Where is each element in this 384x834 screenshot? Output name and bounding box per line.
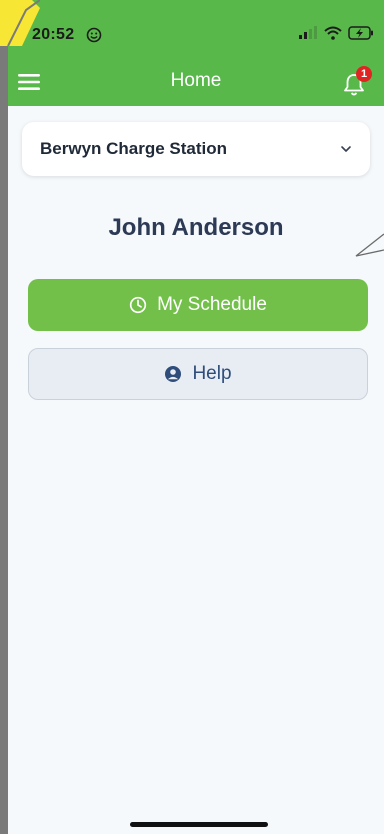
- annotation-pointer-icon: [355, 233, 384, 257]
- my-schedule-label: My Schedule: [157, 294, 267, 315]
- wifi-icon: [324, 26, 342, 40]
- help-label: Help: [192, 363, 232, 384]
- page-title: Home: [170, 70, 222, 91]
- left-border: [0, 0, 8, 834]
- battery-charging-icon: [348, 26, 373, 40]
- home-indicator: [130, 822, 268, 827]
- my-schedule-button[interactable]: My Schedule: [28, 279, 368, 331]
- status-icons: [298, 26, 374, 40]
- clock-icon: [129, 296, 147, 314]
- station-select-value: Berwyn Charge Station: [40, 139, 228, 158]
- face-icon: [86, 27, 102, 43]
- status-bar: 20:52: [8, 22, 384, 50]
- signal-icon: [299, 26, 317, 39]
- station-select[interactable]: Berwyn Charge Station: [22, 122, 370, 176]
- user-circle-icon: [165, 366, 182, 382]
- notifications-button[interactable]: 1: [342, 66, 372, 98]
- annotation-arrow-icon: [0, 0, 40, 46]
- nav-bar: Home 1: [8, 60, 384, 104]
- help-button[interactable]: Help: [28, 348, 368, 400]
- app-header: 20:52 Home 1: [8, 0, 384, 106]
- notification-badge: 1: [356, 66, 372, 82]
- user-name: John Anderson: [108, 214, 284, 241]
- chevron-down-icon: [341, 146, 351, 152]
